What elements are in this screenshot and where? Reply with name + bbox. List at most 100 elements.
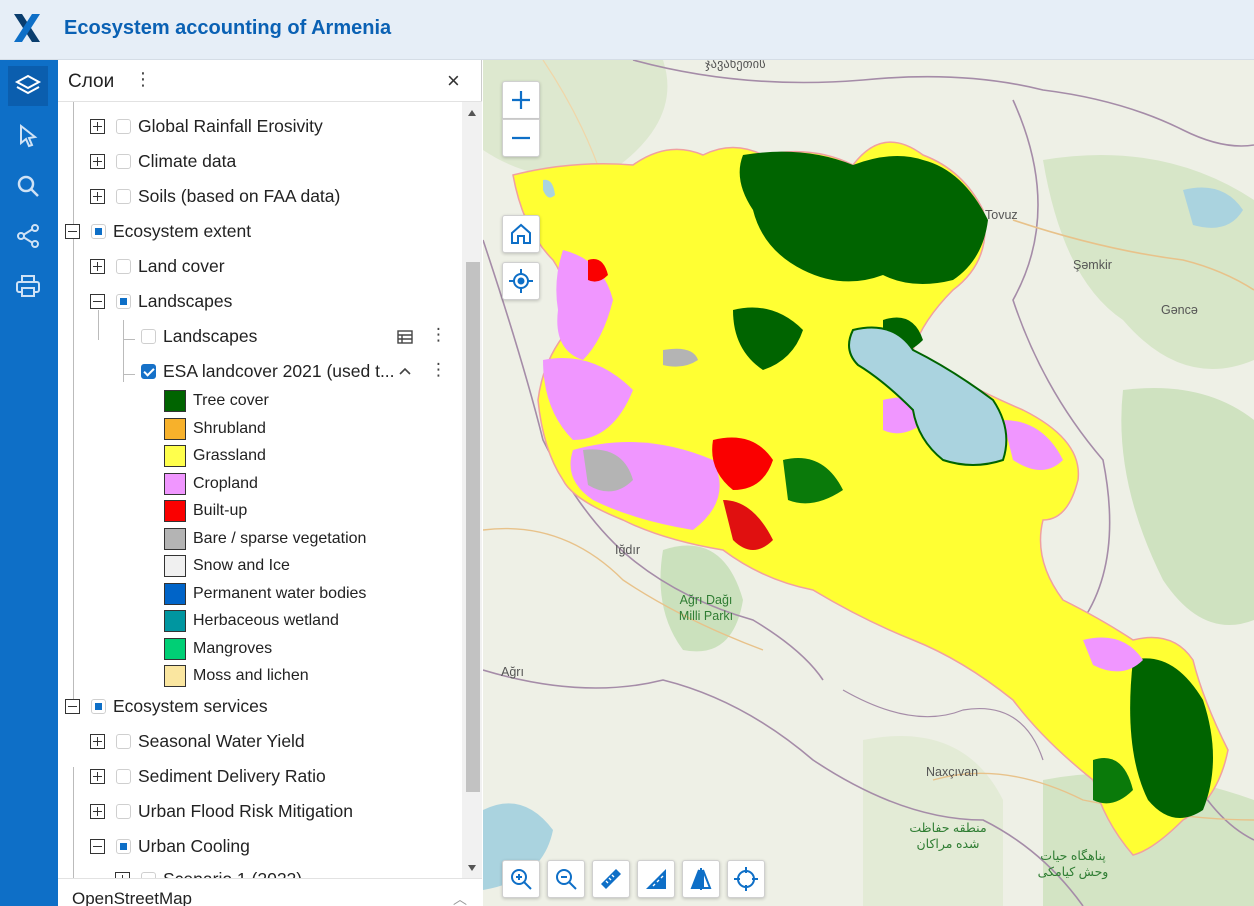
- panel-more-icon[interactable]: ⋮: [134, 69, 152, 90]
- expand-icon[interactable]: [90, 259, 105, 274]
- measure-distance-button[interactable]: [592, 860, 630, 898]
- layer-label: Soils (based on FAA data): [138, 186, 341, 206]
- layer-group-row[interactable]: Landscapes: [58, 290, 458, 318]
- layer-checkbox[interactable]: [116, 804, 131, 819]
- layer-more-icon[interactable]: ⋮: [430, 360, 447, 380]
- locate-button[interactable]: [502, 262, 540, 300]
- home-button[interactable]: [502, 215, 540, 253]
- measure-area-button[interactable]: [637, 860, 675, 898]
- layer-row[interactable]: Sediment Delivery Ratio: [58, 765, 458, 793]
- layer-label: Urban Cooling: [138, 836, 250, 856]
- legend-swatch: [164, 665, 186, 687]
- collapse-icon[interactable]: [65, 224, 80, 239]
- legend-label: Shrubland: [193, 420, 266, 437]
- share-tool-button[interactable]: [8, 216, 48, 256]
- layer-tree-scrollbar[interactable]: [462, 102, 482, 878]
- map-view[interactable]: ჯავახეთის Tovuz Şəmkir Gəncə Iğdır Ağrı …: [483, 60, 1254, 906]
- layer-label: Landscapes: [163, 326, 258, 346]
- layer-checkbox[interactable]: [116, 189, 131, 204]
- layer-checkbox[interactable]: [116, 294, 131, 309]
- close-icon[interactable]: ×: [447, 68, 460, 94]
- chevron-up-icon[interactable]: [399, 367, 411, 375]
- layer-row[interactable]: ESA landcover 2021 (used t... ⋮: [58, 360, 458, 388]
- layer-row[interactable]: Soils (based on FAA data): [58, 185, 458, 213]
- expand-icon[interactable]: [90, 189, 105, 204]
- layer-tree: Global Rainfall Erosivity Climate data S…: [58, 102, 462, 878]
- scrollbar-thumb[interactable]: [466, 262, 480, 792]
- layer-label: Ecosystem services: [113, 696, 268, 716]
- layer-checkbox[interactable]: [141, 329, 156, 344]
- search-icon: [17, 175, 39, 197]
- select-tool-button[interactable]: [8, 116, 48, 156]
- layer-row[interactable]: Global Rainfall Erosivity: [58, 115, 458, 143]
- basemap-selector[interactable]: OpenStreetMap ︿: [58, 878, 482, 906]
- layer-checkbox[interactable]: [91, 699, 106, 714]
- collapse-icon[interactable]: [65, 699, 80, 714]
- zoom-in-box-button[interactable]: [502, 860, 540, 898]
- layer-row[interactable]: Seasonal Water Yield: [58, 730, 458, 758]
- expand-icon[interactable]: [90, 769, 105, 784]
- expand-icon[interactable]: [90, 119, 105, 134]
- layer-label: Scenario 1 (2022): [163, 869, 302, 878]
- collapse-icon[interactable]: [90, 294, 105, 309]
- layer-row[interactable]: Land cover: [58, 255, 458, 283]
- layer-label: Urban Flood Risk Mitigation: [138, 801, 353, 821]
- layers-panel-header: Слои ⋮ ×: [58, 60, 482, 102]
- layer-checkbox[interactable]: [116, 154, 131, 169]
- layer-label: Sediment Delivery Ratio: [138, 766, 326, 786]
- layer-row[interactable]: Landscapes ⋮: [58, 325, 458, 353]
- layer-checkbox[interactable]: [116, 769, 131, 784]
- layer-more-icon[interactable]: ⋮: [430, 325, 447, 345]
- map-place-label: Şəmkir: [1073, 258, 1112, 272]
- layer-group-row[interactable]: Urban Cooling: [58, 835, 458, 863]
- collapse-icon[interactable]: [90, 839, 105, 854]
- layer-checkbox[interactable]: [116, 259, 131, 274]
- layer-row[interactable]: Scenario 1 (2022): [58, 868, 458, 878]
- layer-label: Global Rainfall Erosivity: [138, 116, 323, 136]
- print-tool-button[interactable]: [8, 266, 48, 306]
- layer-row[interactable]: Urban Flood Risk Mitigation: [58, 800, 458, 828]
- compare-layers-button[interactable]: [682, 860, 720, 898]
- legend-swatch: [164, 445, 186, 467]
- layer-checkbox[interactable]: [116, 734, 131, 749]
- geolocate-button[interactable]: [727, 860, 765, 898]
- layers-panel-title: Слои: [68, 71, 115, 92]
- layer-group-row[interactable]: Ecosystem extent: [58, 220, 458, 248]
- scroll-down-icon[interactable]: [468, 865, 476, 871]
- chevron-up-icon[interactable]: ︿: [453, 889, 467, 906]
- expand-icon[interactable]: [90, 154, 105, 169]
- layer-checkbox[interactable]: [141, 364, 156, 379]
- legend-label: Snow and Ice: [193, 557, 290, 574]
- zoom-in-button[interactable]: [502, 81, 540, 119]
- layers-icon: [14, 74, 42, 95]
- search-tool-button[interactable]: [8, 166, 48, 206]
- zoom-out-button[interactable]: [502, 119, 540, 157]
- layer-label: Climate data: [138, 151, 237, 171]
- expand-icon[interactable]: [90, 734, 105, 749]
- layer-checkbox[interactable]: [116, 839, 131, 854]
- zoom-out-box-button[interactable]: [547, 860, 585, 898]
- legend-swatch: [164, 473, 186, 495]
- layer-group-row[interactable]: Ecosystem services: [58, 695, 458, 723]
- attribute-table-icon[interactable]: [397, 330, 413, 344]
- legend-swatch: [164, 583, 186, 605]
- layers-tool-button[interactable]: [8, 66, 48, 106]
- legend-label: Bare / sparse vegetation: [193, 530, 367, 547]
- map-place-label: ჯავახეთის: [705, 60, 766, 71]
- legend-label: Moss and lichen: [193, 667, 309, 684]
- app-title: Ecosystem accounting of Armenia: [64, 17, 392, 39]
- layer-label: Seasonal Water Yield: [138, 731, 305, 751]
- legend-label: Cropland: [193, 475, 258, 492]
- app-logo-icon[interactable]: [12, 12, 42, 44]
- area-ruler-icon: [646, 869, 666, 889]
- layer-checkbox[interactable]: [91, 224, 106, 239]
- legend-swatch: [164, 500, 186, 522]
- ruler-icon: [601, 869, 621, 889]
- layer-checkbox[interactable]: [116, 119, 131, 134]
- plus-icon: [512, 91, 530, 109]
- expand-icon[interactable]: [90, 804, 105, 819]
- layer-row[interactable]: Climate data: [58, 150, 458, 178]
- legend-label: Herbaceous wetland: [193, 612, 339, 629]
- scroll-up-icon[interactable]: [468, 110, 476, 116]
- swipe-compare-icon: [690, 868, 712, 890]
